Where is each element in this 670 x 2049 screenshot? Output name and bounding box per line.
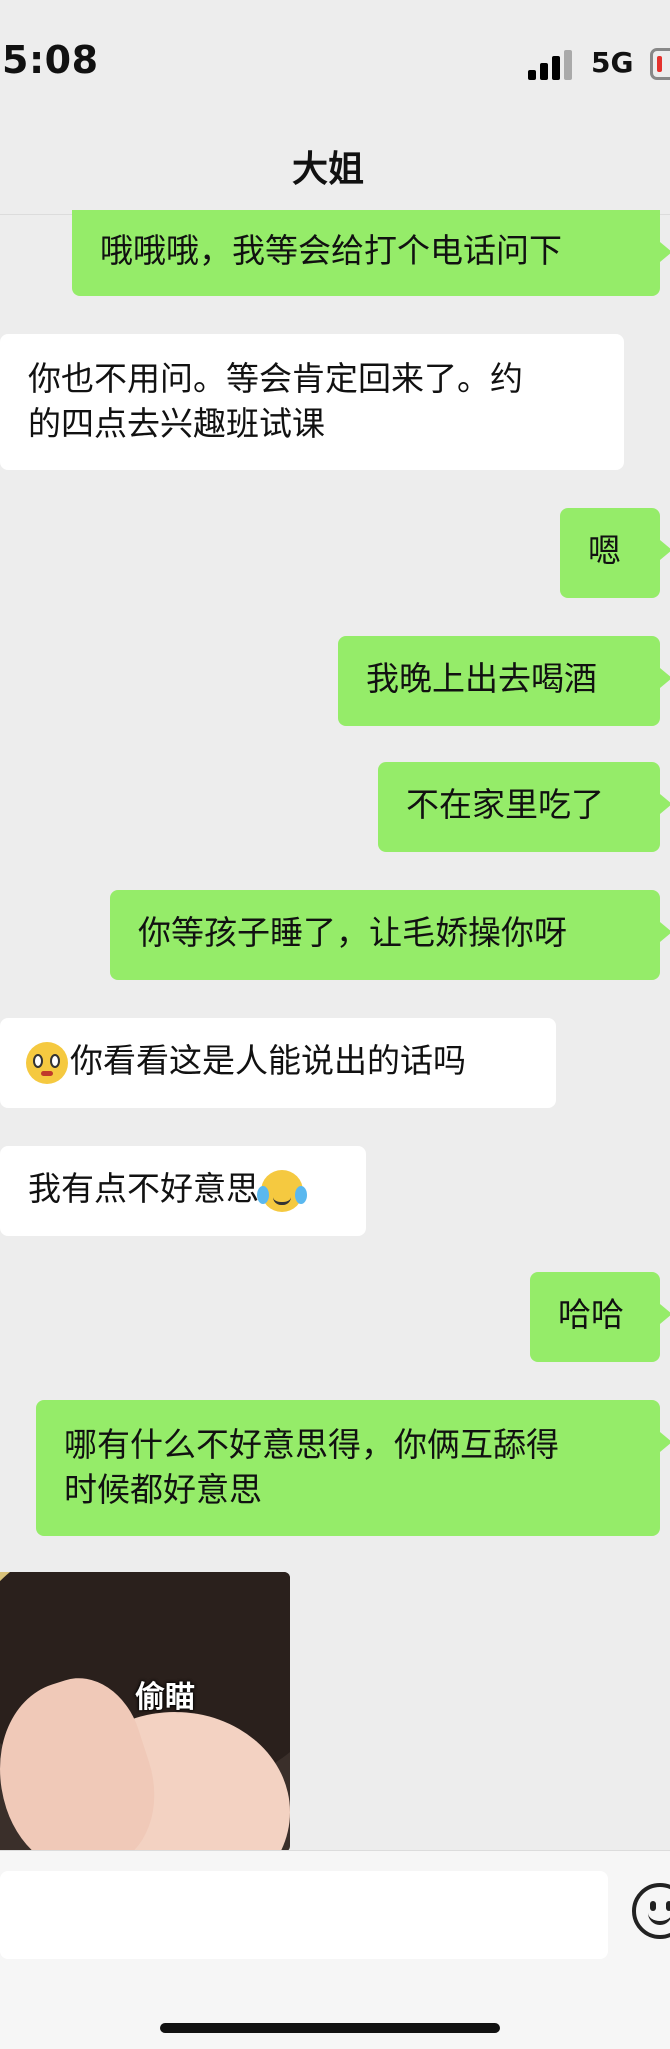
message-bubble-outgoing[interactable]: 哦哦哦，我等会给打个电话问下 <box>72 210 670 296</box>
status-bar: 5:08 5G <box>0 0 670 110</box>
signal-strength-icon <box>528 50 576 80</box>
network-type: 5G <box>591 46 634 79</box>
message-text-line: 你也不用问。等会肯定回来了。约 <box>28 359 523 398</box>
message-bubble-incoming[interactable]: 你看看这是人能说出的话吗 <box>0 1018 556 1108</box>
message-text-line: 时候都好意思 <box>64 1470 262 1509</box>
sticker-image[interactable]: 偷瞄 <box>0 1572 290 1852</box>
message-bubble-outgoing[interactable]: 哪有什么不好意思得，你俩互舔得 时候都好意思 <box>36 1400 670 1536</box>
message-text: 哈哈 <box>558 1295 624 1334</box>
home-indicator[interactable] <box>160 2023 500 2033</box>
message-input[interactable] <box>0 1871 608 1959</box>
message-bubble-outgoing[interactable]: 我晚上出去喝酒 <box>338 636 670 726</box>
message-text: 嗯 <box>588 531 621 570</box>
input-bar <box>0 1850 670 2049</box>
message-text-line: 的四点去兴趣班试课 <box>28 404 325 443</box>
message-text: 不在家里吃了 <box>406 785 604 824</box>
smiley-face-icon[interactable] <box>632 1883 670 1939</box>
message-bubble-outgoing[interactable]: 嗯 <box>560 508 670 598</box>
message-bubble-incoming[interactable]: 我有点不好意思 <box>0 1146 366 1236</box>
battery-icon <box>650 48 670 80</box>
chat-title[interactable]: 大姐 <box>0 140 656 192</box>
crying-laughing-emoji <box>257 1169 307 1212</box>
message-bubble-incoming[interactable]: 你也不用问。等会肯定回来了。约 的四点去兴趣班试课 <box>0 334 624 470</box>
chat-header: 大姐 <box>0 110 670 215</box>
message-text: 我有点不好意思 <box>28 1169 259 1208</box>
message-text-line: 哪有什么不好意思得，你俩互舔得 <box>64 1425 559 1464</box>
message-text: 你等孩子睡了，让毛娇操你呀 <box>138 913 567 952</box>
status-time: 5:08 <box>2 38 99 82</box>
message-bubble-outgoing[interactable]: 你等孩子睡了，让毛娇操你呀 <box>110 890 670 980</box>
message-text: 你看看这是人能说出的话吗 <box>70 1041 466 1080</box>
sticker-caption: 偷瞄 <box>135 1680 195 1715</box>
message-bubble-outgoing[interactable]: 不在家里吃了 <box>378 762 670 852</box>
message-text: 哦哦哦，我等会给打个电话问下 <box>100 231 562 270</box>
flushed-face-emoji <box>26 1041 68 1084</box>
message-text: 我晚上出去喝酒 <box>366 659 597 698</box>
message-bubble-outgoing[interactable]: 哈哈 <box>530 1272 670 1362</box>
